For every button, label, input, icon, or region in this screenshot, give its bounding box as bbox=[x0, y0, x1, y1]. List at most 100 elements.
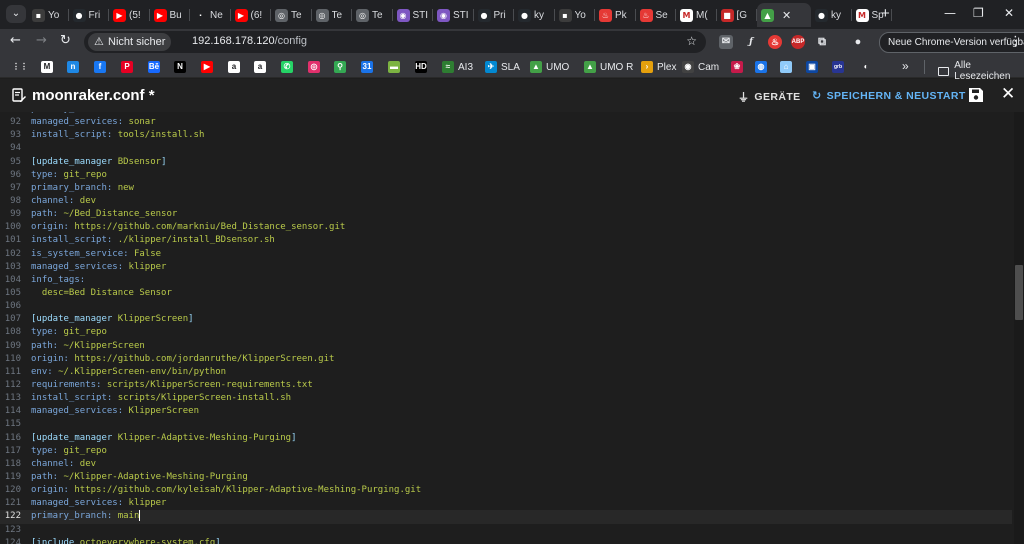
browser-tab[interactable]: ▶ (6! bbox=[231, 3, 272, 27]
bookmark-item[interactable]: a bbox=[254, 60, 266, 74]
line-text[interactable]: primary_branch: main bbox=[31, 510, 141, 523]
bookmark-item[interactable]: ⋮⋮ bbox=[12, 60, 28, 74]
tab-close-icon[interactable]: ✕ bbox=[782, 9, 791, 22]
line-text[interactable]: path: ~/KlipperScreen bbox=[31, 340, 145, 353]
line-text[interactable]: channel: dev bbox=[31, 458, 96, 471]
window-close-button[interactable]: ✕ bbox=[1004, 6, 1014, 20]
bookmark-item[interactable]: ▶ bbox=[201, 60, 213, 74]
browser-tab[interactable]: ▶ (5! bbox=[109, 3, 150, 27]
line-text[interactable]: info_tags: bbox=[31, 274, 85, 287]
line-text[interactable]: origin: https://github.com/kyleisah/Klip… bbox=[31, 484, 421, 497]
browser-tab[interactable]: · Ne bbox=[190, 3, 231, 27]
browser-tab[interactable]: M M( bbox=[676, 3, 717, 27]
flame-extension-icon[interactable]: ♨ bbox=[768, 35, 782, 49]
line-text[interactable]: type: git_repo bbox=[31, 445, 107, 458]
extensions-puzzle-icon[interactable]: ⧉ bbox=[815, 35, 829, 49]
line-text[interactable]: type: git_repo bbox=[31, 169, 107, 182]
scrollbar-thumb[interactable] bbox=[1015, 265, 1023, 320]
tab-search-button[interactable]: ⌄ bbox=[6, 5, 26, 23]
chrome-menu-icon[interactable]: ⋮ bbox=[1009, 34, 1022, 49]
line-text[interactable]: [include octoeverywhere-system.cfg] bbox=[31, 537, 221, 544]
line-text[interactable]: install_script: scripts/KlipperScreen-in… bbox=[31, 392, 291, 405]
line-text[interactable]: install_script: tools/install.sh bbox=[31, 129, 204, 142]
bookmark-item[interactable]: ◐ bbox=[860, 60, 872, 74]
line-text[interactable]: env: ~/.KlipperScreen-env/bin/python bbox=[31, 366, 226, 379]
line-text[interactable]: managed_services: klipper bbox=[31, 497, 166, 510]
browser-tab[interactable]: ◎ Te bbox=[271, 3, 312, 27]
bookmark-item[interactable]: ≈ AI3 bbox=[442, 60, 473, 74]
line-text[interactable]: [update_manager KlipperScreen] bbox=[31, 313, 194, 326]
bookmark-item[interactable]: ▲ UMO R bbox=[584, 60, 633, 74]
bookmark-item[interactable]: ◍ bbox=[755, 60, 767, 74]
browser-tab[interactable]: ◎ Te bbox=[352, 3, 393, 27]
bookmark-item[interactable]: a bbox=[228, 60, 240, 74]
address-bar[interactable]: ⚠ Nicht sicher 192.168.178.120/config ☆ bbox=[84, 31, 706, 53]
save-restart-button[interactable]: ↻ SPEICHERN & NEUSTART bbox=[812, 89, 966, 102]
line-text[interactable]: origin: https://github.com/jordanruthe/K… bbox=[31, 353, 334, 366]
bookmark-item[interactable]: ▬ bbox=[388, 60, 400, 74]
bookmark-item[interactable]: ◉ Cam bbox=[682, 60, 719, 74]
line-text[interactable]: is_system_service: False bbox=[31, 248, 161, 261]
line-text[interactable]: origin: https://github.com/markniu/Bed_D… bbox=[31, 221, 345, 234]
bookmark-item[interactable]: f bbox=[94, 60, 106, 74]
bookmark-item[interactable]: 31 bbox=[361, 60, 373, 74]
editor-scrollbar[interactable] bbox=[1014, 112, 1024, 544]
line-text[interactable]: managed_services: KlipperScreen bbox=[31, 405, 199, 418]
bookmark-item[interactable]: ▣ bbox=[806, 60, 818, 74]
maximize-button[interactable]: ❐ bbox=[973, 6, 984, 20]
forward-button[interactable]: → bbox=[36, 33, 47, 48]
browser-tab[interactable]: ♨ Se bbox=[636, 3, 677, 27]
browser-tab[interactable]: ● Fri bbox=[69, 3, 110, 27]
bookmarks-overflow-button[interactable]: » bbox=[902, 59, 909, 73]
line-text[interactable]: [update_manager BDsensor] bbox=[31, 156, 166, 169]
bookmark-item[interactable]: › Plex bbox=[641, 60, 676, 74]
line-text[interactable]: desc=Bed Distance Sensor bbox=[31, 287, 172, 300]
line-text[interactable]: [update_manager Klipper-Adaptive-Meshing… bbox=[31, 432, 297, 445]
save-icon[interactable] bbox=[968, 87, 984, 103]
formula-extension-icon[interactable]: ƒ bbox=[744, 35, 758, 49]
browser-tab[interactable]: ● Pri bbox=[474, 3, 515, 27]
browser-tab[interactable]: ▪ Yo bbox=[28, 3, 69, 27]
new-tab-button[interactable]: + bbox=[881, 5, 890, 23]
line-text[interactable]: install_script: ./klipper/install_BDsens… bbox=[31, 234, 275, 247]
minimize-button[interactable]: — bbox=[944, 6, 956, 20]
line-text[interactable]: path: ~/Bed_Distance_sensor bbox=[31, 208, 177, 221]
browser-tab[interactable]: ■ [G bbox=[717, 3, 758, 27]
bookmark-item[interactable]: ✆ bbox=[281, 60, 293, 74]
bookmark-item[interactable]: ✈ SLA bbox=[485, 60, 520, 74]
browser-tab[interactable]: ▪ Yo bbox=[555, 3, 596, 27]
line-text[interactable]: type: git_repo bbox=[31, 326, 107, 339]
bookmark-star-icon[interactable]: ☆ bbox=[686, 34, 697, 48]
code-editor[interactable]: 92 primary_branch: main 92 managed_services… bbox=[0, 112, 1024, 544]
line-text[interactable]: path: ~/Klipper-Adaptive-Meshing-Purging bbox=[31, 471, 248, 484]
browser-tab[interactable]: ● ky bbox=[514, 3, 555, 27]
browser-tab[interactable]: ▶ Bu bbox=[150, 3, 191, 27]
bookmark-item[interactable]: ▲ UMO bbox=[530, 60, 569, 74]
line-text[interactable]: channel: dev bbox=[31, 195, 96, 208]
bookmark-item[interactable]: ❀ bbox=[731, 60, 743, 74]
browser-tab[interactable]: ● ky bbox=[811, 3, 852, 27]
bookmark-item[interactable]: ⚲ bbox=[334, 60, 346, 74]
profile-icon[interactable]: ● bbox=[851, 35, 865, 49]
bookmark-item[interactable]: grb bbox=[832, 60, 844, 74]
bookmark-item[interactable]: M bbox=[41, 60, 53, 74]
bookmark-item[interactable]: n bbox=[67, 60, 79, 74]
url-text[interactable]: 192.168.178.120/config bbox=[192, 35, 307, 47]
devices-button[interactable]: ⏚ GERÄTE bbox=[738, 89, 801, 105]
chrome-update-button[interactable]: Neue Chrome-Version verfügbar bbox=[879, 32, 1024, 53]
bookmark-item[interactable]: P bbox=[121, 60, 133, 74]
back-button[interactable]: ← bbox=[10, 33, 21, 48]
line-text[interactable]: primary_branch: new bbox=[31, 182, 134, 195]
browser-tab[interactable]: ◎ Te bbox=[312, 3, 353, 27]
bookmark-item[interactable]: ⌂ bbox=[780, 60, 792, 74]
bookmark-item[interactable]: N bbox=[174, 60, 186, 74]
mail-extension-icon[interactable]: ✉ bbox=[719, 35, 733, 49]
abp-extension-icon[interactable]: ABP bbox=[791, 35, 805, 49]
browser-tab[interactable]: ◉ STI bbox=[433, 3, 474, 27]
browser-tab[interactable]: ▲ ✕ bbox=[757, 3, 811, 27]
browser-tab[interactable]: ♨ Pk bbox=[595, 3, 636, 27]
reload-button[interactable]: ↻ bbox=[60, 33, 71, 48]
site-info-chip[interactable]: ⚠ Nicht sicher bbox=[88, 33, 172, 51]
close-editor-button[interactable]: ✕ bbox=[1001, 84, 1015, 104]
bookmark-item[interactable]: HD bbox=[415, 60, 427, 74]
